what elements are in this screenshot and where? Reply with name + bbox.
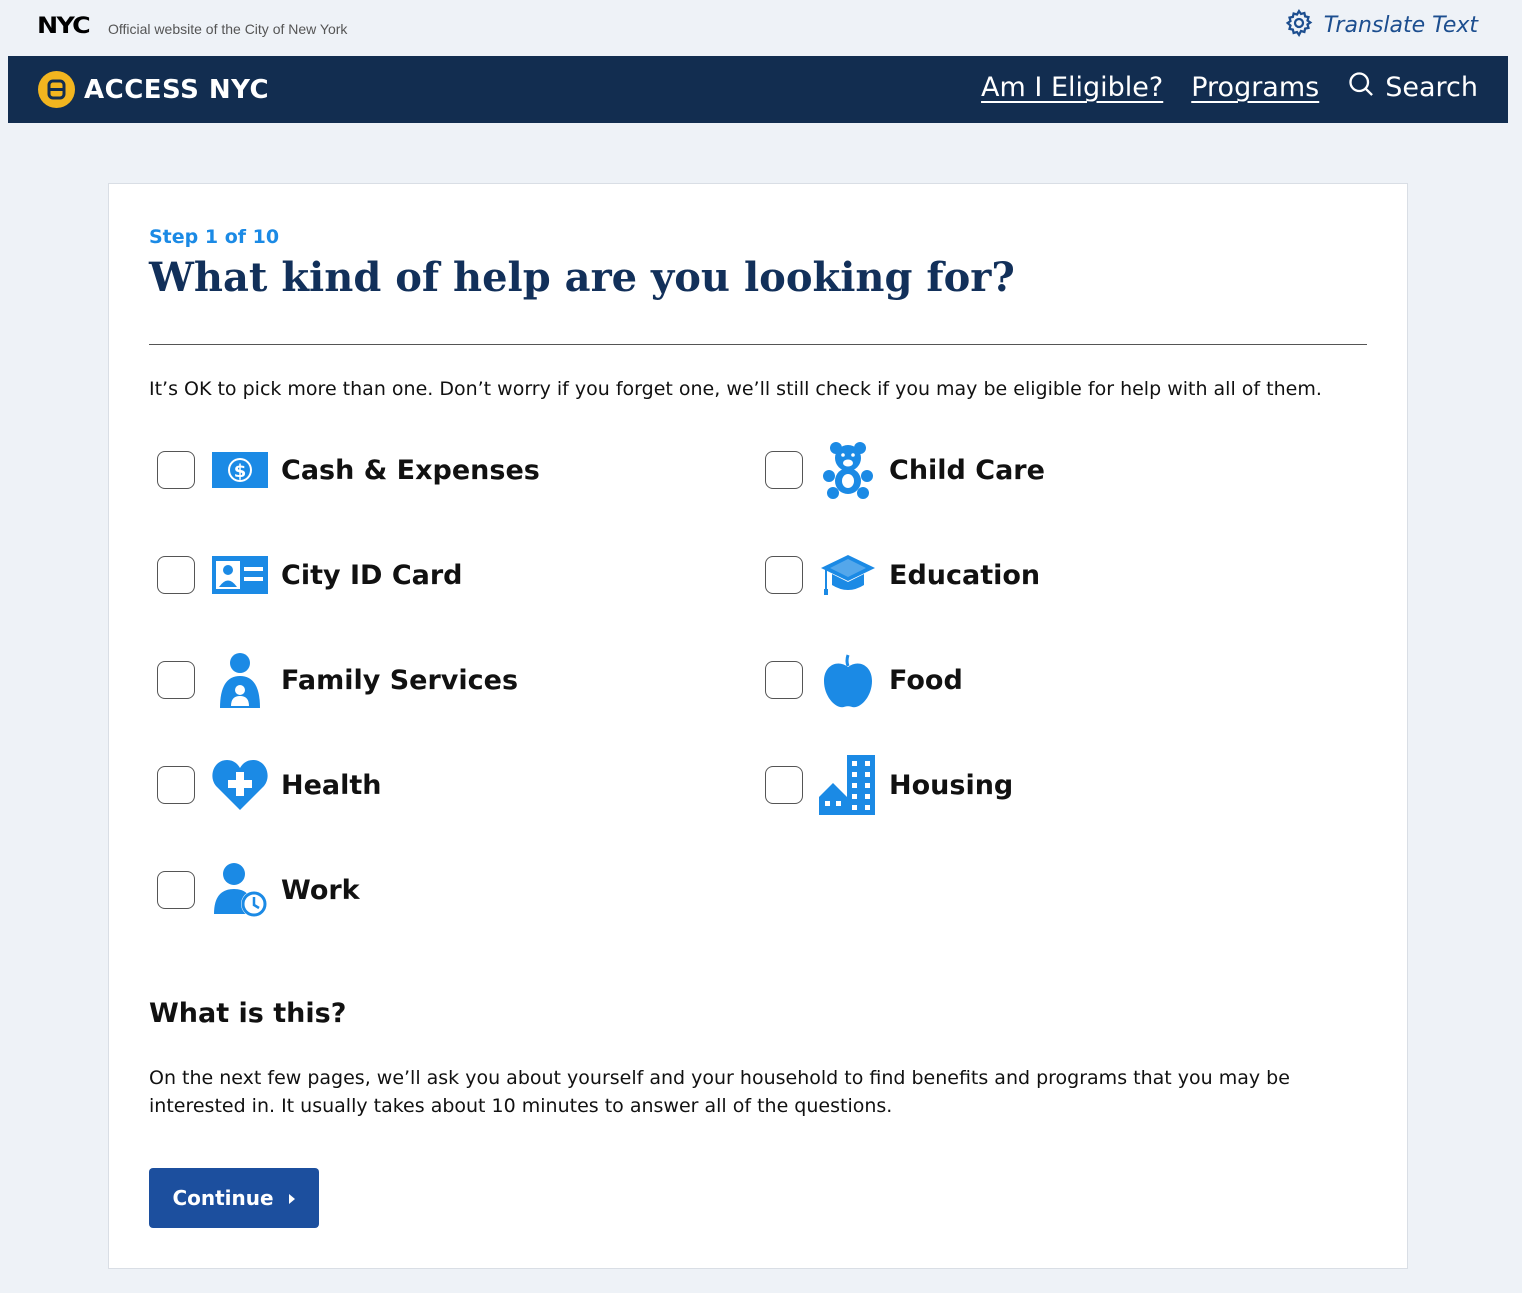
heart-plus-icon [211,755,269,815]
option-label: Health [281,769,382,801]
checkbox[interactable] [157,451,195,489]
step-indicator: Step 1 of 10 [149,226,280,248]
option-label: Food [889,664,963,696]
checkbox[interactable] [157,871,195,909]
brand-name: ACCESS NYC [84,74,270,105]
checkbox[interactable] [765,661,803,699]
option-health[interactable]: Health [157,755,382,815]
search-button[interactable]: Search [1347,70,1478,105]
graduation-cap-icon [819,545,877,605]
continue-label: Continue [172,1186,274,1210]
page-title: What kind of help are you looking for? [149,254,1015,301]
main-navbar: ACCESS NYC Am I Eligible? Programs Searc… [8,56,1508,123]
option-label: Family Services [281,664,519,696]
option-label: Child Care [889,454,1045,486]
apple-icon [819,650,877,710]
search-icon [1347,70,1375,105]
intro-text: It’s OK to pick more than one. Don’t wor… [149,378,1322,400]
buildings-icon [819,755,877,815]
option-child-care[interactable]: Child Care [765,440,1045,500]
option-housing[interactable]: Housing [765,755,1013,815]
nav-link-am-i-eligible[interactable]: Am I Eligible? [981,72,1163,103]
nav-link-programs[interactable]: Programs [1191,72,1319,103]
checkbox[interactable] [157,661,195,699]
divider [149,344,1367,345]
eligibility-form-card: Step 1 of 10 What kind of help are you l… [108,183,1408,1269]
option-label: Cash & Expenses [281,454,540,486]
option-label: Work [281,874,360,906]
option-family-services[interactable]: Family Services [157,650,518,710]
cash-icon: $ [211,440,269,500]
checkbox[interactable] [765,451,803,489]
option-label: City ID Card [281,559,463,591]
info-heading: What is this? [149,998,347,1029]
option-label: Education [889,559,1041,591]
option-education[interactable]: Education [765,545,1040,605]
caret-right-icon [288,1186,296,1210]
option-cash-expenses[interactable]: $ Cash & Expenses [157,440,540,500]
access-nyc-logo-icon [38,71,75,108]
checkbox[interactable] [765,556,803,594]
continue-button[interactable]: Continue [149,1168,319,1228]
svg-text:$: $ [234,461,247,482]
info-text: On the next few pages, we’ll ask you abo… [149,1067,1290,1117]
gear-icon [1284,8,1314,42]
teddy-bear-icon [819,440,877,500]
translate-button[interactable]: Translate Text [1284,8,1478,42]
option-label: Housing [889,769,1014,801]
person-clock-icon [211,860,269,920]
family-icon [211,650,269,710]
top-bar: NYC Official website of the City of New … [0,0,1522,56]
translate-label: Translate Text [1323,12,1478,38]
option-work[interactable]: Work [157,860,360,920]
checkbox[interactable] [157,766,195,804]
checkbox[interactable] [765,766,803,804]
checkbox[interactable] [157,556,195,594]
option-city-id-card[interactable]: City ID Card [157,545,463,605]
nyc-logo[interactable]: NYC [37,14,91,39]
search-label: Search [1385,72,1478,103]
official-website-text: Official website of the City of New York [108,21,348,37]
option-food[interactable]: Food [765,650,963,710]
access-nyc-home-link[interactable]: ACCESS NYC [38,71,269,108]
id-card-icon [211,545,269,605]
